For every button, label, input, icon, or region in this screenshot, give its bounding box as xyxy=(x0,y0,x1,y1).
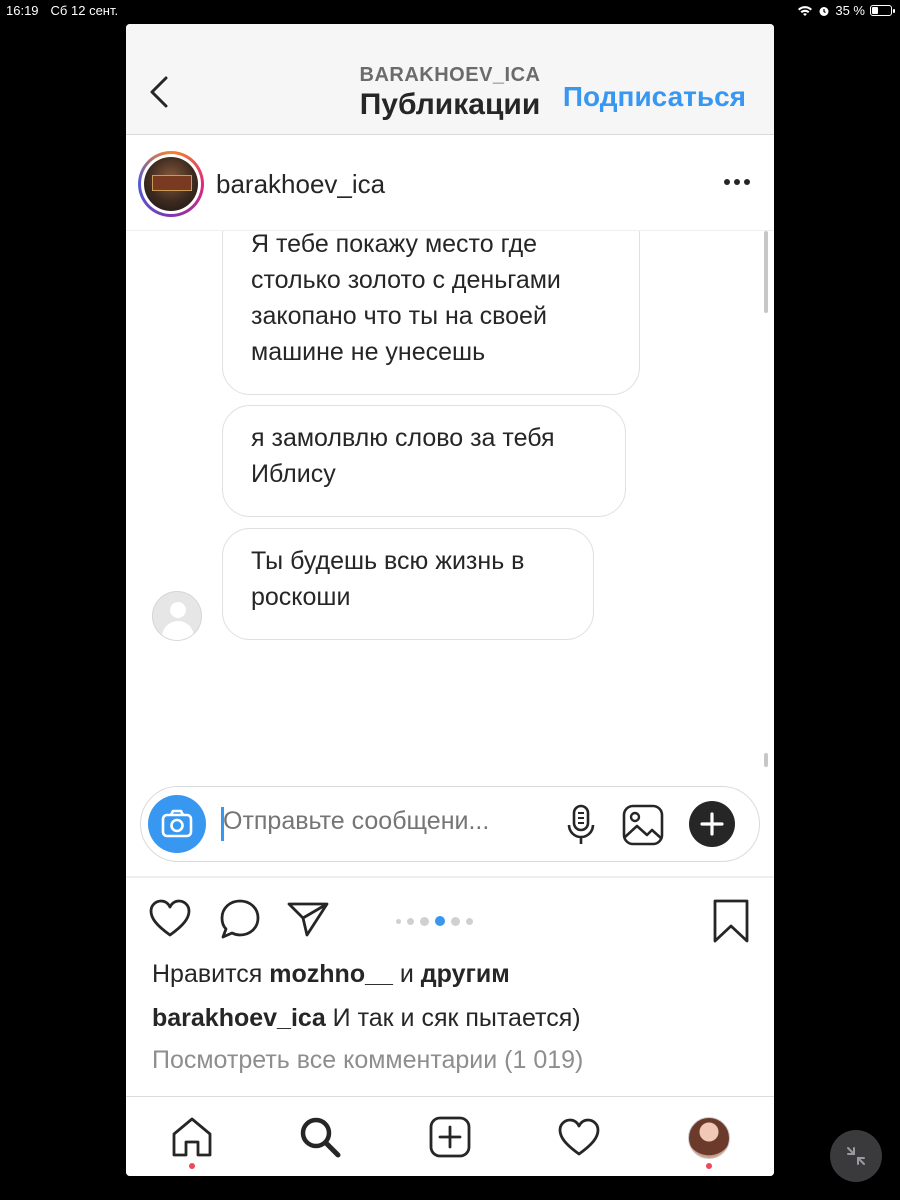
battery-fill xyxy=(872,7,878,14)
message-line: я замолвлю слово за тебя xyxy=(251,424,555,452)
caption-text: И так и сяк пытается) xyxy=(332,1004,581,1032)
likes-prefix: Нравится xyxy=(152,960,263,988)
battery-percent: 35 % xyxy=(835,3,865,18)
avatar[interactable] xyxy=(138,151,204,217)
heart-icon[interactable] xyxy=(148,898,192,938)
caption-username[interactable]: barakhoev_ica xyxy=(152,1004,326,1032)
status-bar: 16:19 Сб 12 сент. 35 % xyxy=(0,0,900,22)
top-navigation: BARAKHOEV_ICA Публикации Подписаться xyxy=(126,24,774,135)
bookmark-icon[interactable] xyxy=(712,898,750,944)
bottom-tab-bar xyxy=(126,1096,774,1176)
profile-avatar[interactable] xyxy=(688,1117,730,1159)
carousel-dot xyxy=(407,917,414,925)
add-post-icon[interactable] xyxy=(428,1115,472,1159)
message-input[interactable] xyxy=(223,807,533,836)
wifi-icon xyxy=(798,5,813,16)
message-composer xyxy=(140,786,760,862)
status-date: Сб 12 сент. xyxy=(50,3,119,18)
carousel-dot xyxy=(396,918,401,924)
scroll-indicator-bottom xyxy=(764,753,768,767)
sender-avatar xyxy=(152,591,202,641)
microphone-icon[interactable] xyxy=(561,803,601,847)
likes-line: Нравится mozhno__ и другим xyxy=(152,960,510,989)
home-icon[interactable] xyxy=(170,1115,214,1159)
share-icon[interactable] xyxy=(286,900,330,938)
status-time: 16:19 xyxy=(6,3,39,18)
alarm-icon xyxy=(819,6,829,16)
pip-collapse-button[interactable] xyxy=(830,1130,882,1182)
instagram-window: BARAKHOEV_ICA Публикации Подписаться bar… xyxy=(126,24,774,1176)
post-header: barakhoev_ica xyxy=(126,135,774,231)
camera-button[interactable] xyxy=(148,795,206,853)
carousel-dot xyxy=(451,916,460,926)
follow-button[interactable]: Подписаться xyxy=(563,81,746,113)
camera-icon xyxy=(161,809,193,838)
home-notification-dot xyxy=(189,1163,195,1169)
comment-icon[interactable] xyxy=(218,898,262,940)
carousel-dot xyxy=(466,917,473,925)
message-line: Ты будешь всю жизнь в xyxy=(251,547,525,575)
post-image-dm-screenshot: Я тебе покажу место где столько золото с… xyxy=(126,231,774,775)
message-line: роскоши xyxy=(251,583,351,611)
message-line: столько золото с деньгами xyxy=(251,266,561,294)
message-line: закопано что ты на своей xyxy=(251,302,547,330)
caption: barakhoev_ica И так и сяк пытается) xyxy=(152,1004,581,1033)
carousel-indicator xyxy=(396,916,473,926)
likes-middle: и xyxy=(399,960,414,988)
message-line: машине не унесешь xyxy=(251,338,486,366)
carousel-dot xyxy=(420,916,429,926)
message-line: Я тебе покажу место где xyxy=(251,231,538,258)
post-username[interactable]: barakhoev_ica xyxy=(216,169,385,200)
pip-collapse-icon xyxy=(847,1147,865,1165)
message-bubble: я замолвлю слово за тебя Иблису xyxy=(222,405,626,517)
profile-notification-dot xyxy=(706,1163,712,1169)
likes-others-link[interactable]: другим xyxy=(421,960,510,988)
message-line: Иблису xyxy=(251,460,336,488)
plus-icon xyxy=(700,812,724,836)
carousel-dot xyxy=(435,916,445,926)
message-bubble: Ты будешь всю жизнь в роскоши xyxy=(222,528,594,640)
message-bubble: Я тебе покажу место где столько золото с… xyxy=(222,231,640,395)
plus-button[interactable] xyxy=(689,801,735,847)
battery-icon xyxy=(870,5,895,16)
liker-username[interactable]: mozhno__ xyxy=(269,960,393,988)
scroll-indicator-top xyxy=(764,231,768,313)
search-icon[interactable] xyxy=(298,1115,342,1159)
post-actions xyxy=(126,876,774,966)
activity-icon[interactable] xyxy=(557,1115,601,1159)
more-icon[interactable] xyxy=(724,179,750,185)
gallery-icon[interactable] xyxy=(621,803,665,847)
view-comments-link[interactable]: Посмотреть все комментарии (1 019) xyxy=(152,1046,583,1075)
